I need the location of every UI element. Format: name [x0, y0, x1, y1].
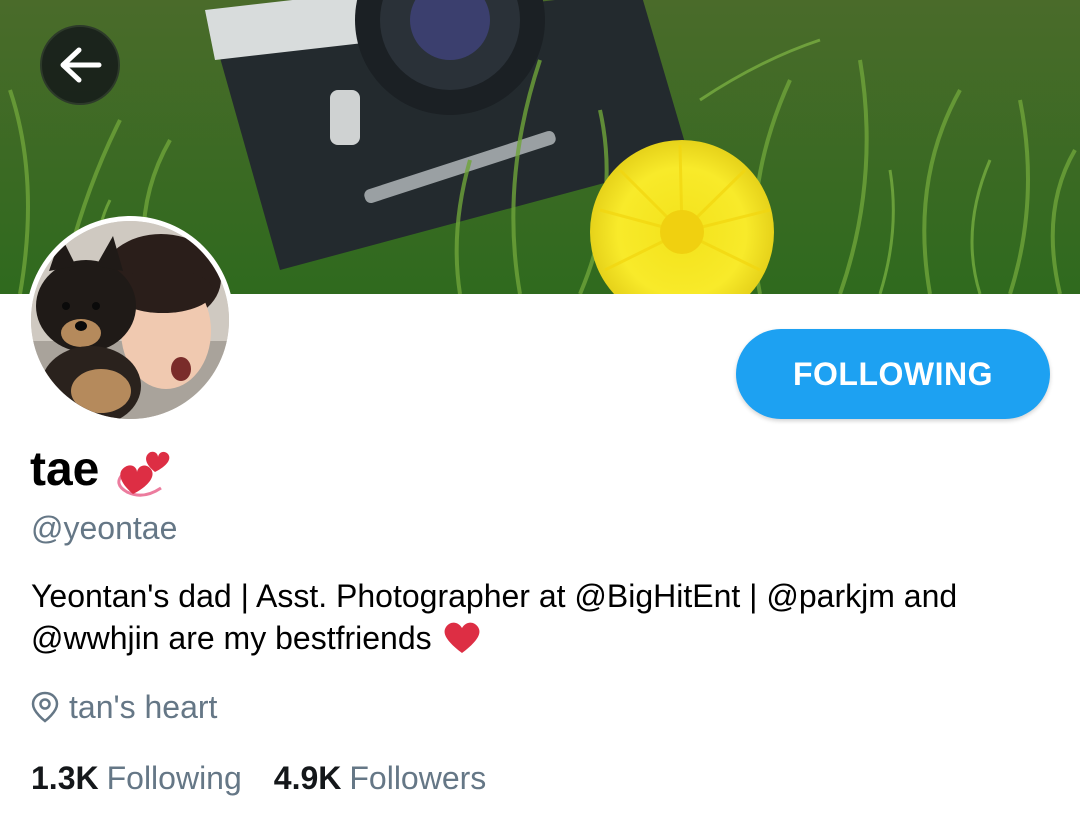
following-button[interactable]: FOLLOWING [736, 329, 1050, 419]
following-count: 1.3K [31, 760, 99, 796]
followers-label: Followers [349, 760, 487, 796]
profile-avatar[interactable] [26, 216, 234, 424]
location-pin-icon [31, 691, 59, 723]
profile-location: tan's heart [31, 687, 217, 727]
display-name-row: tae [30, 440, 175, 500]
display-name: tae [30, 443, 100, 496]
bio-line-1: Yeontan's dad | Asst. Photographer at @B… [31, 578, 958, 614]
following-stat[interactable]: 1.3K Following [31, 756, 242, 800]
profile-bio: Yeontan's dad | Asst. Photographer at @B… [31, 575, 1051, 659]
location-text: tan's heart [69, 689, 218, 725]
followers-count: 4.9K [273, 760, 342, 796]
avatar-photo [31, 221, 229, 419]
user-handle: @yeontae [31, 510, 178, 546]
back-button[interactable] [40, 25, 120, 105]
revolving-hearts-icon [117, 451, 170, 497]
bio-line-2: @wwhjin are my bestfriends [31, 617, 1051, 659]
back-arrow-icon [60, 47, 102, 83]
followers-stat[interactable]: 4.9K Followers [274, 756, 487, 800]
red-heart-icon [444, 622, 480, 653]
follow-stats: 1.3K Following 4.9K Followers [31, 756, 518, 800]
following-label: Following [106, 760, 242, 796]
